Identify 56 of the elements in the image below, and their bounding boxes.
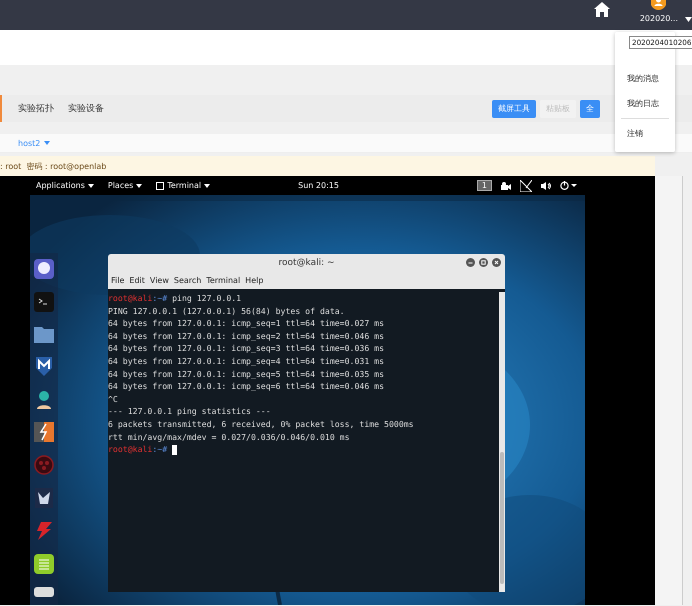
- shield-icon[interactable]: [35, 356, 53, 376]
- camera-icon[interactable]: [501, 182, 511, 190]
- terminal-line: 64 bytes from 127.0.0.1: icmp_seq=6 ttl=64 time=0.046 ms: [108, 380, 386, 393]
- maximize-icon[interactable]: [479, 258, 488, 267]
- menu-item[interactable]: View: [150, 276, 169, 285]
- caret-icon[interactable]: [685, 17, 692, 22]
- terminal-icon: [156, 182, 164, 190]
- power-icon[interactable]: [560, 181, 577, 190]
- terminal-line: 64 bytes from 127.0.0.1: icmp_seq=4 ttl=64 time=0.031 ms: [108, 354, 386, 368]
- menu-item[interactable]: Search: [174, 276, 202, 285]
- menu-item[interactable]: Help: [245, 276, 264, 285]
- user-name[interactable]: 202020...: [640, 14, 678, 23]
- terminal-line: --- 127.0.0.1 ping statistics ---: [108, 405, 272, 418]
- caret-icon: [204, 184, 210, 188]
- document-icon[interactable]: [34, 554, 54, 574]
- flame-icon[interactable]: [35, 521, 53, 541]
- menu-item[interactable]: 我的日志: [615, 91, 675, 116]
- panel-menu[interactable]: Places: [108, 181, 142, 190]
- terminal-line: PING 127.0.0.1 (127.0.0.1) 56(84) bytes of data.: [108, 304, 346, 318]
- volume-icon[interactable]: [541, 182, 551, 190]
- scrollbar[interactable]: [499, 292, 505, 592]
- folder-icon[interactable]: [34, 325, 54, 343]
- clock[interactable]: Sun 20:15: [298, 181, 339, 190]
- window-title: root@kali: ~: [278, 258, 335, 268]
- menu-item[interactable]: Edit: [129, 276, 145, 285]
- panel-menu[interactable]: Terminal: [156, 181, 210, 190]
- terminal-icon[interactable]: [34, 292, 54, 312]
- terminal-line: ^C: [108, 392, 119, 406]
- panel-menu[interactable]: Applications: [36, 181, 94, 190]
- dots-icon[interactable]: [34, 455, 54, 475]
- caret-icon: [44, 141, 50, 145]
- menu-item[interactable]: 我的消息: [615, 66, 675, 91]
- terminal-line: rtt min/avg/max/mdev = 0.027/0.036/0.046/0.010 ms: [108, 430, 351, 444]
- minimize-icon[interactable]: [466, 258, 475, 267]
- terminal-line: 6 packets transmitted, 6 received, 0% packet loss, time 5000ms: [108, 418, 415, 431]
- terminal-line: root@kali:~# ping 127.0.0.1: [108, 292, 242, 305]
- caret-icon: [136, 184, 142, 188]
- terminal-line: 64 bytes from 127.0.0.1: icmp_seq=1 ttl=64 time=0.027 ms: [108, 317, 386, 330]
- avatar-icon[interactable]: [651, 0, 666, 11]
- terminal-line: 64 bytes from 127.0.0.1: icmp_seq=3 ttl=64 time=0.036 ms: [108, 342, 386, 355]
- close-icon[interactable]: [492, 258, 501, 267]
- terminal-line: 64 bytes from 127.0.0.1: icmp_seq=2 ttl=64 time=0.046 ms: [108, 330, 386, 342]
- bolt-icon[interactable]: [34, 422, 54, 442]
- tab[interactable]: 实验拓扑: [14, 102, 64, 115]
- terminal-line: root@kali:~#: [108, 443, 499, 456]
- menu-item[interactable]: File: [111, 276, 124, 285]
- keyboard-icon[interactable]: [34, 587, 54, 597]
- tab[interactable]: 实验设备: [64, 102, 114, 115]
- caret-icon: [88, 184, 94, 188]
- menu-item[interactable]: 注销: [615, 121, 675, 146]
- menu-item[interactable]: Terminal: [206, 276, 240, 285]
- home-icon[interactable]: [594, 2, 610, 16]
- workspace-indicator[interactable]: 1: [476, 180, 492, 191]
- figure-icon[interactable]: [35, 389, 53, 409]
- credentials-text: : root 密码 : root@openlab: [0, 160, 106, 172]
- terminal-line: 64 bytes from 127.0.0.1: icmp_seq=5 ttl=64 time=0.035 ms: [108, 368, 386, 380]
